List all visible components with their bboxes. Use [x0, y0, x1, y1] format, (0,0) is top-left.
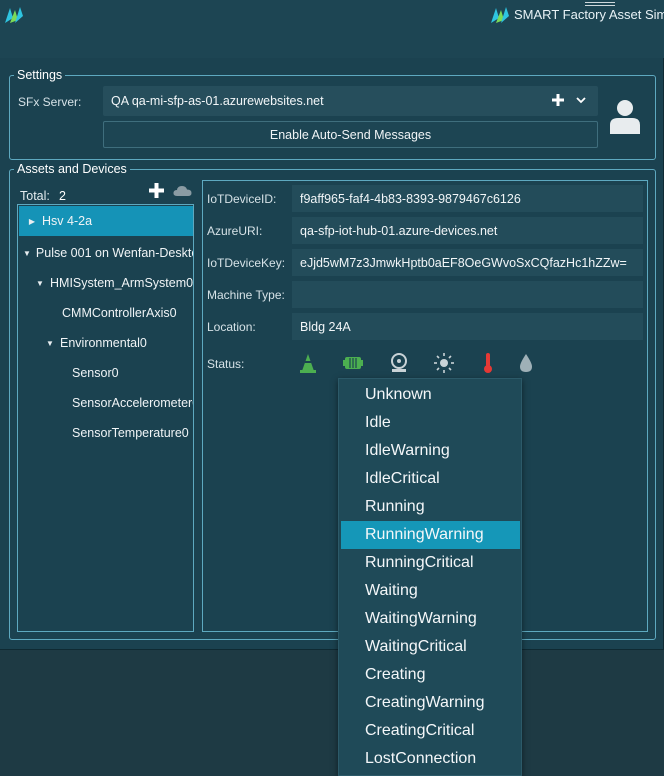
- azure-uri-field[interactable]: qa-sfp-iot-hub-01.azure-devices.net: [292, 217, 643, 244]
- motor-icon[interactable]: [343, 352, 363, 374]
- location-label: Location:: [207, 320, 256, 334]
- add-server-icon[interactable]: [551, 93, 565, 107]
- cone-icon[interactable]: [298, 352, 318, 374]
- total-label: Total:: [20, 189, 50, 203]
- cloud-icon[interactable]: [173, 184, 192, 197]
- tree-item[interactable]: ▼ Environmental0: [19, 328, 193, 358]
- device-key-label: IoTDeviceKey:: [207, 256, 286, 270]
- title-logo-icon: [491, 7, 509, 23]
- menu-item-idle-critical[interactable]: IdleCritical: [341, 465, 520, 493]
- expander-expanded-icon[interactable]: ▼: [23, 249, 31, 258]
- user-avatar-icon[interactable]: [608, 98, 642, 134]
- thermometer-icon[interactable]: [478, 352, 498, 374]
- tree-item-label: Hsv 4-2a: [42, 214, 93, 228]
- sun-icon[interactable]: [434, 352, 454, 374]
- chevron-down-icon[interactable]: [576, 96, 586, 104]
- tree-item[interactable]: SensorTemperature0: [19, 418, 193, 448]
- machine-type-field[interactable]: [292, 281, 643, 308]
- status-dropdown-menu[interactable]: Unknown Idle IdleWarning IdleCritical Ru…: [338, 378, 522, 776]
- server-value: QA qa-mi-sfp-as-01.azurewebsites.net: [111, 94, 324, 108]
- settings-group-label: Settings: [17, 68, 63, 82]
- menu-item-unknown[interactable]: Unknown: [341, 381, 520, 409]
- tree-item[interactable]: ▼ Pulse 001 on Wenfan-Desktop: [19, 238, 194, 268]
- tree-item-label: SensorTemperature0: [72, 426, 189, 440]
- asset-tree[interactable]: ▶ Hsv 4-2a ▼ Pulse 001 on Wenfan-Desktop…: [17, 204, 194, 632]
- machine-type-label: Machine Type:: [207, 288, 285, 302]
- tree-item-label: Pulse 001 on Wenfan-Desktop: [35, 246, 194, 260]
- window-control[interactable]: [585, 2, 615, 6]
- assets-group-label: Assets and Devices: [17, 162, 127, 176]
- tree-item[interactable]: Sensor0: [19, 358, 193, 388]
- auto-send-button[interactable]: Enable Auto-Send Messages: [103, 121, 598, 148]
- menu-item-waiting-warning[interactable]: WaitingWarning: [341, 605, 520, 633]
- tree-item[interactable]: ▶ Hsv 4-2a: [19, 206, 193, 236]
- tree-item-label: CMMControllerAxis0: [62, 306, 177, 320]
- menu-item-creating-warning[interactable]: CreatingWarning: [341, 689, 520, 717]
- device-id-label: IoTDeviceID:: [207, 192, 277, 206]
- server-label: SFx Server:: [18, 95, 82, 109]
- expander-expanded-icon[interactable]: ▼: [35, 279, 45, 288]
- add-asset-icon[interactable]: [148, 182, 165, 199]
- tree-item[interactable]: ▼ HMISystem_ArmSystem0: [19, 268, 194, 298]
- menu-item-running-warning[interactable]: RunningWarning: [341, 521, 520, 549]
- tree-item[interactable]: SensorAccelerometer0: [19, 388, 194, 418]
- menu-item-idle[interactable]: Idle: [341, 409, 520, 437]
- app-logo-icon: [5, 7, 23, 23]
- menu-item-running[interactable]: Running: [341, 493, 520, 521]
- expander-expanded-icon[interactable]: ▼: [45, 339, 55, 348]
- tree-item-label: Sensor0: [72, 366, 119, 380]
- water-drop-icon[interactable]: [516, 352, 536, 374]
- menu-item-running-critical[interactable]: RunningCritical: [341, 549, 520, 577]
- tree-item-label: HMISystem_ArmSystem0: [50, 276, 194, 290]
- location-field[interactable]: Bldg 24A: [292, 313, 643, 340]
- tree-item-label: SensorAccelerometer0: [72, 396, 194, 410]
- menu-item-waiting[interactable]: Waiting: [341, 577, 520, 605]
- menu-item-creating-critical[interactable]: CreatingCritical: [341, 717, 520, 745]
- window-title: SMART Factory Asset Sim: [514, 7, 664, 22]
- device-id-field[interactable]: f9aff965-faf4-4b83-8393-9879467c6126: [292, 185, 643, 212]
- status-label: Status:: [207, 357, 245, 371]
- expander-collapsed-icon[interactable]: ▶: [27, 217, 37, 226]
- azure-uri-label: AzureURI:: [207, 224, 263, 238]
- menu-item-idle-warning[interactable]: IdleWarning: [341, 437, 520, 465]
- tree-item-label: Environmental0: [60, 336, 147, 350]
- tree-item[interactable]: CMMControllerAxis0: [19, 298, 193, 328]
- device-key-field[interactable]: eJjd5wM7z3JmwkHptb0aEF8OeGWvoSxCQfazHc1h…: [292, 249, 643, 276]
- gauge-icon[interactable]: [389, 352, 409, 374]
- menu-item-waiting-critical[interactable]: WaitingCritical: [341, 633, 520, 661]
- menu-item-creating[interactable]: Creating: [341, 661, 520, 689]
- total-count: 2: [59, 189, 66, 203]
- menu-item-lost-connection[interactable]: LostConnection: [341, 745, 520, 773]
